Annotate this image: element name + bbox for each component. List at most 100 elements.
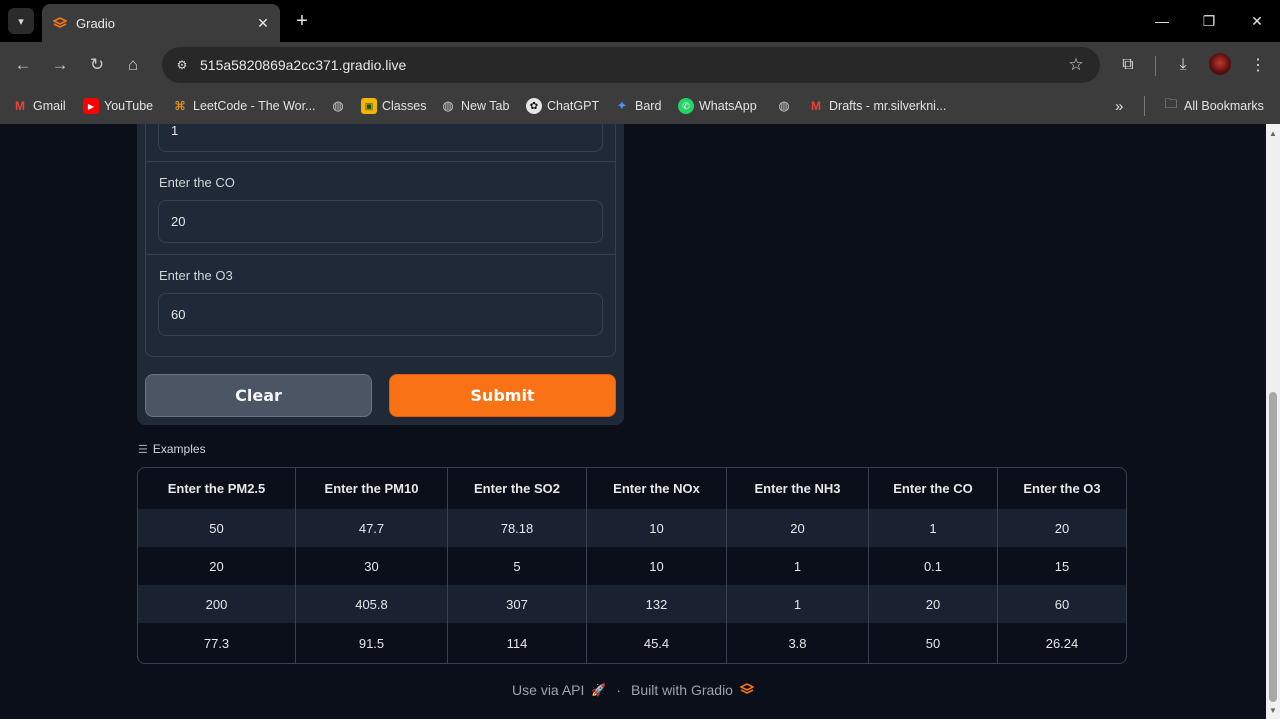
field-o3: Enter the O3 xyxy=(146,255,615,356)
input-fields-group: Enter the CO Enter the O3 xyxy=(145,124,616,357)
youtube-icon: ▶ xyxy=(83,98,99,114)
chatgpt-icon: ✿ xyxy=(526,98,542,114)
back-icon[interactable]: ← xyxy=(10,52,36,78)
example-cell: 132 xyxy=(587,585,727,623)
example-cell: 20 xyxy=(869,585,998,623)
bookmarks-divider xyxy=(1144,96,1145,116)
window-close-icon[interactable]: ✕ xyxy=(1245,10,1269,32)
example-row[interactable]: 20 30 5 10 1 0.1 15 xyxy=(138,547,1126,585)
example-cell: 405.8 xyxy=(296,585,448,623)
header-nox: Enter the NOx xyxy=(587,468,727,509)
example-cell: 20 xyxy=(727,509,869,547)
example-cell: 1 xyxy=(727,585,869,623)
o3-input[interactable] xyxy=(158,293,603,336)
example-cell: 20 xyxy=(1054,520,1070,536)
gradio-logo-icon xyxy=(52,15,68,31)
forward-icon[interactable]: → xyxy=(47,52,73,78)
rocket-icon: 🚀 xyxy=(591,683,607,697)
tab-title: Gradio xyxy=(76,15,116,31)
browser-toolbar: ← → ↻ ⌂ ⚙ 515a5820869a2cc371.gradio.live… xyxy=(0,42,1280,88)
scroll-thumb[interactable] xyxy=(1269,392,1277,702)
globe-icon: ◍ xyxy=(332,98,344,113)
toolbar-divider xyxy=(1155,56,1156,76)
gmail-icon: M xyxy=(811,99,821,113)
examples-header-row: Enter the PM2.5 Enter the PM10 Enter the… xyxy=(138,468,1126,509)
scroll-up-icon[interactable]: ▲ xyxy=(1266,126,1280,140)
example-cell: 5 xyxy=(448,547,587,585)
built-with-gradio-link[interactable]: Built with Gradio xyxy=(631,682,733,698)
example-cell: 50 xyxy=(869,623,998,663)
minimize-icon[interactable]: — xyxy=(1150,10,1174,32)
header-so2: Enter the SO2 xyxy=(448,468,587,509)
list-icon: ☰ xyxy=(138,443,148,456)
nh3-input[interactable] xyxy=(158,124,603,152)
extensions-icon[interactable]: ⧉ xyxy=(1115,52,1141,78)
leetcode-icon: ⌘ xyxy=(174,99,186,113)
o3-label: Enter the O3 xyxy=(159,268,233,283)
submit-button[interactable]: Submit xyxy=(389,374,616,417)
field-co: Enter the CO xyxy=(146,162,615,255)
example-cell: 10 xyxy=(587,509,727,547)
example-row[interactable]: 77.3 91.5 114 45.4 3.8 50 26.24 xyxy=(138,623,1126,663)
download-icon[interactable]: ⤓ xyxy=(1170,52,1196,78)
header-pm10: Enter the PM10 xyxy=(296,468,448,509)
bookmarks-bar: M Gmail ▶ YouTube ⌘ LeetCode - The Wor..… xyxy=(0,88,1280,124)
new-tab-icon[interactable]: + xyxy=(290,9,314,33)
page-viewport: Enter the CO Enter the O3 Clear Submit ☰… xyxy=(0,124,1266,719)
example-row[interactable]: 50 47.7 78.18 10 20 1 20 xyxy=(138,509,1126,547)
example-row[interactable]: 200 405.8 307 132 1 20 60 xyxy=(138,585,1126,623)
bookmark-whatsapp[interactable]: ✆ WhatsApp xyxy=(678,96,757,116)
url-text[interactable]: 515a5820869a2cc371.gradio.live xyxy=(200,57,1064,73)
examples-table: Enter the PM2.5 Enter the PM10 Enter the… xyxy=(137,467,1127,664)
example-cell: 78.18 xyxy=(448,509,587,547)
bookmark-gmail[interactable]: M Gmail xyxy=(12,96,66,116)
bard-icon: ✦ xyxy=(616,98,628,113)
bookmark-drafts[interactable]: M Drafts - mr.silverkni... xyxy=(808,96,946,116)
header-pm25: Enter the PM2.5 xyxy=(138,468,296,509)
bookmark-leetcode[interactable]: ⌘ LeetCode - The Wor... xyxy=(172,96,316,116)
tab-search-icon[interactable]: ▾ xyxy=(8,8,34,34)
example-cell: 60 xyxy=(1054,596,1070,612)
examples-heading: ☰ Examples xyxy=(138,442,206,456)
clear-button[interactable]: Clear xyxy=(145,374,372,417)
tab-gradio[interactable]: Gradio ✕ xyxy=(42,4,280,42)
bookmark-globe-2[interactable]: ◍ xyxy=(776,96,797,116)
bookmark-globe[interactable]: ◍ xyxy=(330,96,351,116)
home-icon[interactable]: ⌂ xyxy=(120,52,146,78)
gmail-icon: M xyxy=(15,99,25,113)
bookmark-bard[interactable]: ✦ Bard xyxy=(614,96,662,116)
reload-icon[interactable]: ↻ xyxy=(84,52,110,78)
profile-avatar[interactable] xyxy=(1209,53,1231,75)
example-cell: 200 xyxy=(138,585,296,623)
bookmark-classes[interactable]: ▣ Classes xyxy=(361,96,426,116)
bookmark-youtube[interactable]: ▶ YouTube xyxy=(83,96,153,116)
header-o3: Enter the O3 xyxy=(1023,481,1101,496)
bookmark-new-tab[interactable]: ◍ New Tab xyxy=(440,96,509,116)
use-via-api-link[interactable]: Use via API xyxy=(512,682,584,698)
menu-kebab-icon[interactable]: ⋮ xyxy=(1245,52,1271,78)
globe-icon: ◍ xyxy=(778,98,790,113)
co-input[interactable] xyxy=(158,200,603,243)
example-cell: 26.24 xyxy=(1045,635,1079,651)
example-cell: 307 xyxy=(448,585,587,623)
example-cell: 114 xyxy=(448,623,587,663)
more-bookmarks-chevron-icon[interactable]: » xyxy=(1115,96,1123,116)
address-bar[interactable]: ⚙ 515a5820869a2cc371.gradio.live ☆ xyxy=(162,47,1100,83)
bookmark-star-icon[interactable]: ☆ xyxy=(1064,53,1088,77)
whatsapp-icon: ✆ xyxy=(678,98,694,114)
example-cell: 50 xyxy=(138,509,296,547)
scroll-down-icon[interactable]: ▼ xyxy=(1266,703,1280,717)
folder-icon: 🗀 xyxy=(1164,96,1178,111)
site-info-icon[interactable]: ⚙ xyxy=(170,53,194,77)
bookmark-chatgpt[interactable]: ✿ ChatGPT xyxy=(526,96,599,116)
header-co: Enter the CO xyxy=(869,468,998,509)
example-cell: 47.7 xyxy=(296,509,448,547)
example-cell: 3.8 xyxy=(727,623,869,663)
page-scrollbar[interactable]: ▲ ▼ xyxy=(1266,124,1280,719)
close-tab-icon[interactable]: ✕ xyxy=(252,12,274,34)
page-footer: Use via API 🚀 · Built with Gradio xyxy=(0,682,1266,698)
header-nh3: Enter the NH3 xyxy=(727,468,869,509)
restore-icon[interactable]: ❐ xyxy=(1197,10,1221,32)
field-nh3 xyxy=(146,124,615,162)
all-bookmarks-folder[interactable]: 🗀 All Bookmarks xyxy=(1163,96,1263,116)
